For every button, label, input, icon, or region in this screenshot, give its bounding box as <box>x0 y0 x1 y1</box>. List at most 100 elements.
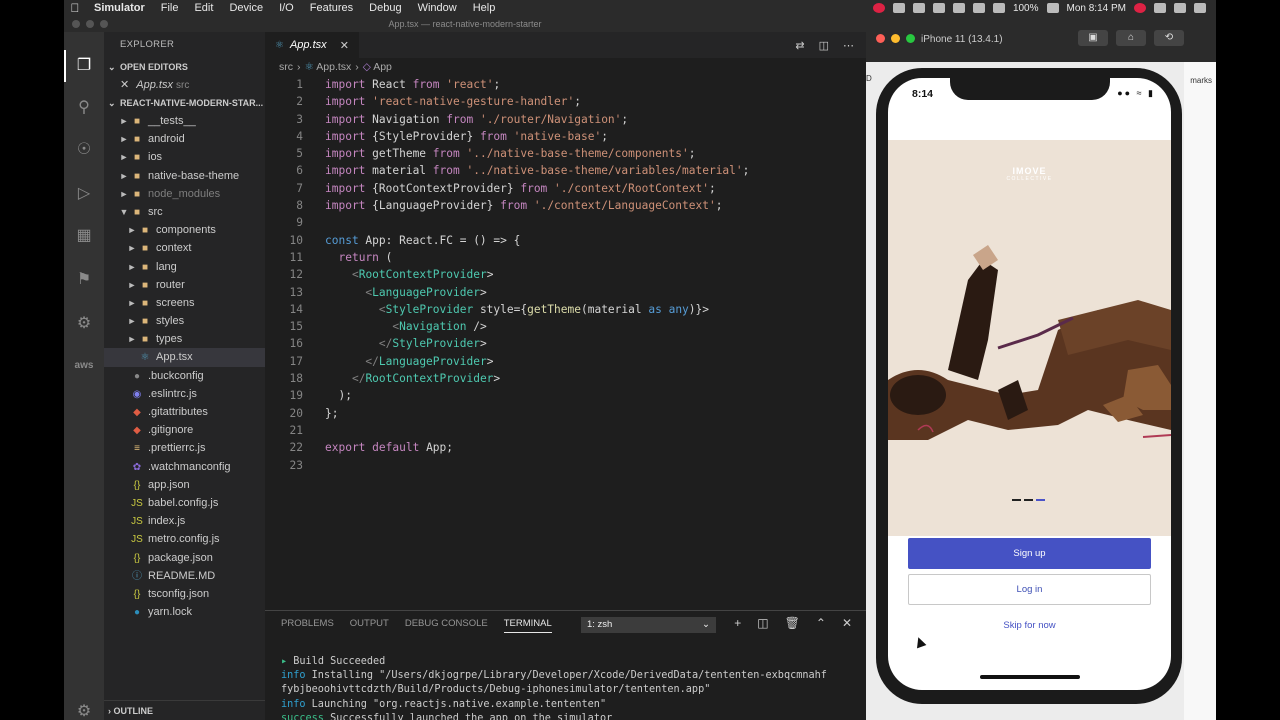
menu-app-name[interactable]: Simulator <box>86 2 153 14</box>
tree-file[interactable]: ⓘ README.MD <box>104 567 265 585</box>
tree-folder[interactable]: ► ■ ios <box>104 148 265 166</box>
wifi-icon[interactable] <box>972 3 985 13</box>
menu-io[interactable]: I/O <box>271 2 302 14</box>
run-debug-icon[interactable]: ▷ <box>74 184 94 204</box>
siri-icon[interactable] <box>1174 3 1186 13</box>
menubar-clock[interactable]: Mon 8:14 PM <box>1067 3 1126 14</box>
tree-folder[interactable]: ► ■ __tests__ <box>104 112 265 130</box>
tree-file[interactable]: JS index.js <box>104 512 265 530</box>
volume-icon[interactable] <box>992 3 1005 13</box>
source-control-icon[interactable]: ☉ <box>74 140 94 160</box>
tree-folder[interactable]: ► ■ android <box>104 130 265 148</box>
breadcrumb-symbol[interactable]: App <box>373 61 392 73</box>
extensions-icon[interactable]: ▦ <box>74 226 94 246</box>
tree-file[interactable]: JS babel.config.js <box>104 494 265 512</box>
code-line[interactable]: 16 </StyleProvider> <box>265 335 866 352</box>
carousel-indicator[interactable] <box>1012 499 1045 501</box>
carousel-dot[interactable] <box>1024 499 1033 501</box>
terminal-output[interactable]: ▸ Build Succeeded info Installing "/Users… <box>281 655 827 720</box>
tree-folder[interactable]: ▼ ■ src <box>104 203 265 221</box>
tree-folder[interactable]: ► ■ components <box>104 221 265 239</box>
tab-debug-console[interactable]: DEBUG CONSOLE <box>405 618 488 633</box>
carousel-dot-active[interactable] <box>1036 499 1045 501</box>
code-line[interactable]: 5 import getTheme from '../native-base-th… <box>265 145 866 162</box>
carousel-dot[interactable] <box>1012 499 1021 501</box>
chat-icon[interactable] <box>912 3 925 13</box>
zoom-window-button[interactable] <box>906 34 915 43</box>
search-icon[interactable] <box>1154 3 1166 13</box>
home-icon[interactable]: ⌂ <box>1116 30 1146 46</box>
open-editors-header[interactable]: ⌄ OPEN EDITORS <box>104 58 265 76</box>
tree-folder[interactable]: ► ■ native-base-theme <box>104 167 265 185</box>
close-panel-icon[interactable]: ✕ <box>842 616 852 630</box>
tree-file[interactable]: ● .buckconfig <box>104 367 265 385</box>
tree-file[interactable]: ◆ .gitattributes <box>104 403 265 421</box>
chevron-up-icon[interactable]: ⌃ <box>816 616 826 630</box>
breadcrumb-file[interactable]: App.tsx <box>316 61 351 73</box>
search-activity-icon[interactable]: ⚲ <box>74 98 94 118</box>
code-line[interactable]: 8 import {LanguageProvider} from './conte… <box>265 197 866 214</box>
menu-help[interactable]: Help <box>465 2 504 14</box>
tree-file[interactable]: {} tsconfig.json <box>104 585 265 603</box>
dropbox-icon[interactable] <box>932 3 945 13</box>
tree-folder[interactable]: ► ■ context <box>104 239 265 257</box>
battery-percent[interactable]: 100% <box>1013 3 1039 14</box>
code-line[interactable]: 17 </LanguageProvider> <box>265 353 866 370</box>
tree-file[interactable]: ≡ .prettierrc.js <box>104 439 265 457</box>
close-window-button[interactable] <box>72 20 80 28</box>
split-terminal-icon[interactable]: ◫ <box>757 616 768 630</box>
code-line[interactable]: 1 import React from 'react'; <box>265 76 866 93</box>
rotate-icon[interactable]: ⟲ <box>1154 30 1184 46</box>
signup-button[interactable]: Sign up <box>908 538 1151 569</box>
skip-button[interactable]: Skip for now <box>888 620 1171 631</box>
terminal-select[interactable]: 1: zsh ⌄ <box>581 617 716 633</box>
minimize-window-button[interactable] <box>86 20 94 28</box>
code-line[interactable]: 4 import {StyleProvider} from 'native-bas… <box>265 128 866 145</box>
cloud-icon[interactable] <box>892 3 905 13</box>
tree-file[interactable]: {} package.json <box>104 549 265 567</box>
screenshot-icon[interactable]: ▣ <box>1078 30 1108 46</box>
code-line[interactable]: 12 <RootContextProvider> <box>265 266 866 283</box>
testing-icon[interactable]: ⚑ <box>74 270 94 290</box>
code-line[interactable]: 7 import {RootContextProvider} from './co… <box>265 180 866 197</box>
flag-icon[interactable] <box>1134 3 1146 13</box>
battery-icon[interactable] <box>1046 3 1059 13</box>
code-line[interactable]: 2 import 'react-native-gesture-handler'; <box>265 93 866 110</box>
tree-file[interactable]: {} app.json <box>104 476 265 494</box>
zoom-window-button[interactable] <box>100 20 108 28</box>
more-actions-icon[interactable]: ⋯ <box>843 39 854 52</box>
open-editor-item[interactable]: ✕ App.tsx src <box>104 76 265 94</box>
tree-folder[interactable]: ► ■ lang <box>104 258 265 276</box>
project-header[interactable]: ⌄ REACT-NATIVE-MODERN-STAR... <box>104 94 265 112</box>
control-center-icon[interactable] <box>1194 3 1206 13</box>
code-line[interactable]: 23 <box>265 457 866 474</box>
breadcrumb-src[interactable]: src <box>279 61 293 73</box>
tree-file[interactable]: ◆ .gitignore <box>104 421 265 439</box>
trash-icon[interactable]: 🗑 <box>785 616 800 630</box>
outline-header[interactable]: › OUTLINE <box>104 700 265 720</box>
docker-icon[interactable]: ⚙ <box>74 314 94 334</box>
code-line[interactable]: 3 import Navigation from './router/Naviga… <box>265 111 866 128</box>
tab-output[interactable]: OUTPUT <box>350 618 389 633</box>
code-line[interactable]: 6 import material from '../native-base-th… <box>265 162 866 179</box>
explorer-icon[interactable]: ❐ <box>64 50 94 82</box>
tab-problems[interactable]: PROBLEMS <box>281 618 334 633</box>
code-line[interactable]: 13 <LanguageProvider> <box>265 284 866 301</box>
menu-device[interactable]: Device <box>221 2 271 14</box>
settings-gear-icon[interactable]: ⚙ <box>74 702 94 720</box>
tree-folder[interactable]: ► ■ screens <box>104 294 265 312</box>
code-line[interactable]: 14 <StyleProvider style={getTheme(materi… <box>265 301 866 318</box>
menu-features[interactable]: Features <box>302 2 361 14</box>
aws-icon[interactable]: aws <box>74 356 94 376</box>
close-icon[interactable]: ✕ <box>120 79 129 91</box>
code-line[interactable]: 18 </RootContextProvider> <box>265 370 866 387</box>
minimize-window-button[interactable] <box>891 34 900 43</box>
apple-icon[interactable]:  <box>64 1 86 15</box>
login-button[interactable]: Log in <box>908 574 1151 605</box>
accessibility-icon[interactable] <box>952 3 965 13</box>
tree-folder[interactable]: ► ■ router <box>104 276 265 294</box>
code-editor[interactable]: 1 import React from 'react'; 2 import 'reac… <box>265 76 866 486</box>
split-editor-icon[interactable]: ◫ <box>819 39 829 52</box>
code-line[interactable]: 21 <box>265 422 866 439</box>
home-indicator[interactable] <box>980 675 1080 679</box>
